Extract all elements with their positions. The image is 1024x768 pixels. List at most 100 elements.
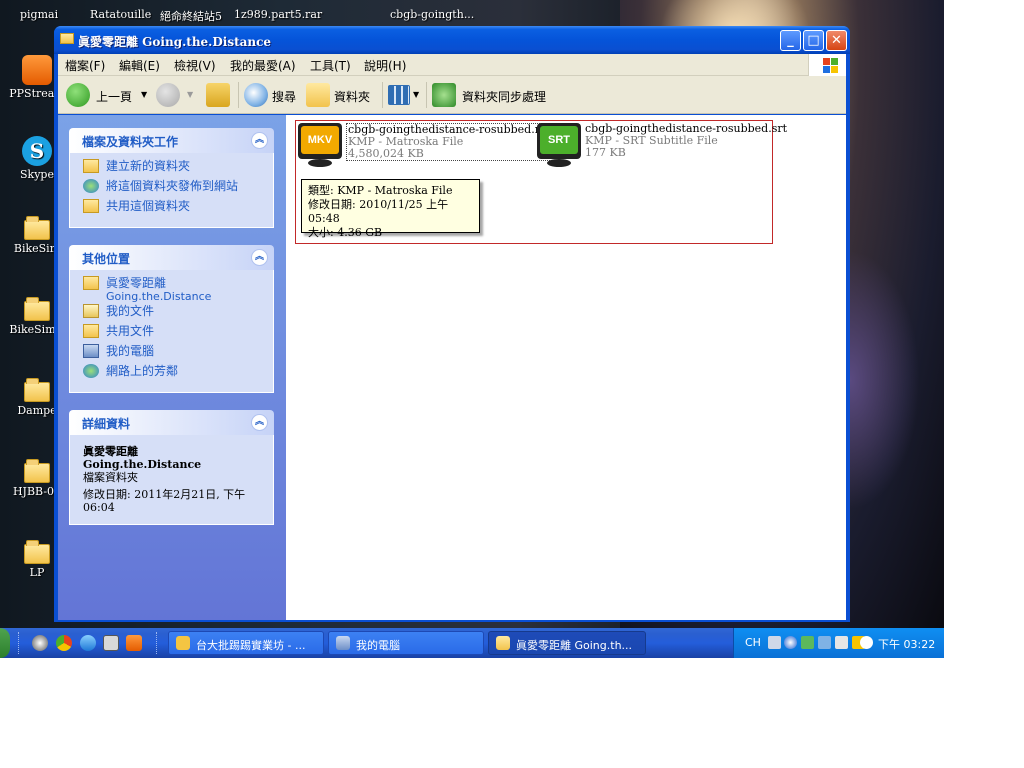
panel-header[interactable]: 其他位置 ︽ xyxy=(69,245,274,270)
folder-up-icon xyxy=(206,83,230,107)
folder-icon xyxy=(24,378,50,402)
details-modified: 修改日期: 2011年2月21日, 下午06:04 xyxy=(83,488,246,514)
place-parent-folder[interactable]: 眞愛零距離 Going.the.Distance xyxy=(83,276,273,304)
taskbar-button-label: 眞愛零距離 Going.th... xyxy=(516,639,633,652)
start-button[interactable] xyxy=(0,628,10,658)
screen: pigmai Ratatouille 絕命終結站5 1z989.part5.ra… xyxy=(0,0,944,658)
explorer-window: 眞愛零距離 Going.the.Distance _ □ ✕ 檔案(F) 編輯(… xyxy=(54,26,850,622)
collapse-icon[interactable]: ︽ xyxy=(251,249,268,266)
panel-file-tasks: 檔案及資料夾工作 ︽ 建立新的資料夾 將這個資料夾發佈到網站 共用這個資料夾 xyxy=(69,128,274,228)
folder-icon xyxy=(496,636,510,650)
task-label: 共用這個資料夾 xyxy=(106,199,191,213)
back-button[interactable]: 上一頁 ▼ xyxy=(66,82,148,108)
taskbar-button-browser[interactable]: 台大批踢踢實業坊 - ... xyxy=(168,631,324,655)
up-button[interactable] xyxy=(206,82,234,108)
folder-icon xyxy=(60,33,74,44)
desktop-icon-label: Dampe xyxy=(17,404,57,417)
menu-view[interactable]: 檢視(V) xyxy=(174,57,216,74)
desktop-icon-label[interactable]: cbgb-goingth... xyxy=(390,8,474,21)
printer-icon[interactable] xyxy=(835,636,848,649)
clock[interactable]: 下午 03:22 xyxy=(878,636,935,652)
maximize-button[interactable]: □ xyxy=(803,30,824,51)
menu-help[interactable]: 說明(H) xyxy=(364,57,406,74)
task-publish-web[interactable]: 將這個資料夾發佈到網站 xyxy=(83,179,273,199)
forward-button[interactable]: ▼ xyxy=(156,82,196,108)
task-new-folder[interactable]: 建立新的資料夾 xyxy=(83,159,273,179)
search-button[interactable]: 搜尋 xyxy=(244,82,310,108)
task-label: 將這個資料夾發佈到網站 xyxy=(106,179,239,193)
menu-tools[interactable]: 工具(T) xyxy=(310,57,351,74)
menu-favorites[interactable]: 我的最愛(A) xyxy=(230,57,296,74)
network-icon[interactable] xyxy=(818,636,831,649)
tooltip-type: 類型: KMP - Matroska File xyxy=(308,184,453,197)
close-button[interactable]: ✕ xyxy=(826,30,847,51)
title-bar[interactable]: 眞愛零距離 Going.the.Distance _ □ ✕ xyxy=(54,26,850,54)
folder-icon xyxy=(24,216,50,240)
mkv-file-icon: MKV xyxy=(298,123,342,171)
dropdown-arrow-icon: ▼ xyxy=(413,90,420,99)
place-label: 網路上的芳鄰 xyxy=(106,364,179,378)
task-label: 建立新的資料夾 xyxy=(106,159,191,173)
file-text: cbgb-goingthedistance-rosubbed.srt KMP -… xyxy=(585,123,787,159)
toolbar-separator xyxy=(238,82,239,108)
ppstream-icon[interactable] xyxy=(126,635,142,651)
panel-header[interactable]: 檔案及資料夾工作 ︽ xyxy=(69,128,274,153)
input-method-icon[interactable] xyxy=(768,636,781,649)
place-network[interactable]: 網路上的芳鄰 xyxy=(83,364,273,384)
dropdown-arrow-icon: ▼ xyxy=(141,90,148,99)
collapse-icon[interactable]: ︽ xyxy=(251,414,268,431)
chrome-icon[interactable] xyxy=(56,635,72,651)
folders-button[interactable]: 資料夾 xyxy=(306,82,380,108)
place-my-documents[interactable]: 我的文件 xyxy=(83,304,273,324)
tooltip-modified: 修改日期: 2010/11/25 上午 05:48 xyxy=(308,198,449,225)
window-title: 眞愛零距離 Going.the.Distance xyxy=(78,35,272,49)
menu-file[interactable]: 檔案(F) xyxy=(65,57,105,74)
taskbar-button-explorer[interactable]: 眞愛零距離 Going.th... xyxy=(488,631,646,655)
views-icon xyxy=(388,85,410,105)
desktop-icon-label[interactable]: 絕命終結站5 xyxy=(160,8,222,24)
tray-arrow-icon[interactable] xyxy=(784,636,797,649)
search-icon xyxy=(244,83,268,107)
file-item-srt[interactable]: SRT cbgb-goingthedistance-rosubbed.srt K… xyxy=(537,123,787,173)
folder-icon xyxy=(24,540,50,564)
taskbar-button-my-computer[interactable]: 我的電腦 xyxy=(328,631,484,655)
search-label: 搜尋 xyxy=(272,90,297,104)
media-player-icon[interactable] xyxy=(32,635,48,651)
desktop-icon-label[interactable]: Ratatouille xyxy=(90,8,151,21)
folder-icon xyxy=(24,459,50,483)
toolbar-grip[interactable] xyxy=(18,632,21,654)
minimize-button[interactable]: _ xyxy=(780,30,801,51)
details-type: 檔案資料夾 xyxy=(83,471,138,484)
forward-arrow-icon xyxy=(156,83,180,107)
sync-label: 資料夾同步處理 xyxy=(462,90,547,104)
file-size: 4,580,024 KB xyxy=(348,147,424,160)
place-shared-documents[interactable]: 共用文件 xyxy=(83,324,273,344)
place-label: 我的文件 xyxy=(106,304,155,318)
desktop-icon-label[interactable]: 1z989.part5.rar xyxy=(234,8,322,21)
tray-app-icon[interactable] xyxy=(801,636,814,649)
place-my-computer[interactable]: 我的電腦 xyxy=(83,344,273,364)
internet-explorer-icon[interactable] xyxy=(80,635,96,651)
globe-icon xyxy=(83,179,99,193)
new-folder-icon xyxy=(83,159,99,173)
show-desktop-icon[interactable] xyxy=(103,635,119,651)
views-button[interactable]: ▼ xyxy=(388,82,422,108)
toolbar-grip[interactable] xyxy=(156,632,159,654)
taskbar-button-label: 台大批踢踢實業坊 - ... xyxy=(196,639,306,652)
sync-button[interactable]: 資料夾同步處理 xyxy=(432,82,552,108)
menu-bar: 檔案(F) 編輯(E) 檢視(V) 我的最愛(A) 工具(T) 說明(H) xyxy=(58,54,846,76)
language-indicator[interactable]: CH xyxy=(745,636,761,649)
file-item-mkv[interactable]: MKV cbgb-goingthedistance-rosubbed.mkv K… xyxy=(298,123,561,173)
panel-header[interactable]: 詳細資料 ︽ xyxy=(69,410,274,435)
panel-body: 眞愛零距離 Going.the.Distance 檔案資料夾 修改日期: 201… xyxy=(69,435,274,525)
menu-edit[interactable]: 編輯(E) xyxy=(119,57,160,74)
task-share-folder[interactable]: 共用這個資料夾 xyxy=(83,199,273,219)
speaker-icon[interactable] xyxy=(860,636,873,649)
folder-icon xyxy=(24,297,50,321)
details-name: 眞愛零距離 xyxy=(83,445,138,458)
place-label: 眞愛零距離 xyxy=(106,276,167,290)
collapse-icon[interactable]: ︽ xyxy=(251,132,268,149)
folder-icon xyxy=(83,276,99,290)
desktop-icon-label[interactable]: pigmai xyxy=(20,8,58,21)
dropdown-arrow-icon: ▼ xyxy=(187,90,194,99)
